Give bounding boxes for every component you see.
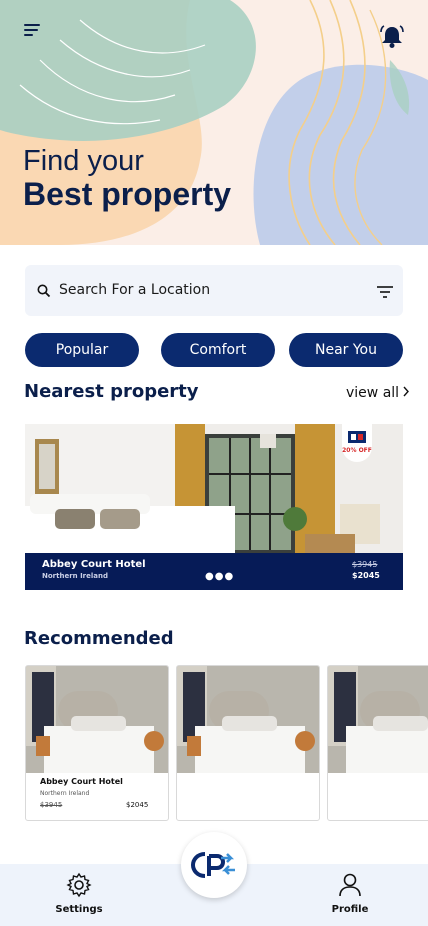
nav-profile[interactable]: Profile — [315, 872, 385, 915]
search-input[interactable]: Search For a Location — [59, 282, 210, 298]
recommended-name: Abbey Court Hotel — [40, 777, 123, 786]
hero-title-line1: Find your — [23, 145, 144, 177]
carousel-dots[interactable]: ●●● — [205, 571, 234, 582]
search-icon — [37, 283, 51, 302]
recommended-property-image — [328, 666, 428, 773]
featured-old-price: $3945 — [352, 560, 378, 569]
search-bar[interactable]: Search For a Location — [25, 265, 403, 316]
cp-logo-icon — [190, 852, 235, 878]
nav-profile-label: Profile — [331, 904, 369, 915]
hero-title-line2: Best property — [23, 176, 232, 212]
recommended-property-image — [26, 666, 168, 773]
notification-bell-icon[interactable] — [378, 24, 406, 50]
filter-icon[interactable] — [376, 284, 394, 303]
gear-icon — [66, 872, 92, 898]
featured-name: Abbey Court Hotel — [42, 559, 146, 570]
featured-new-price: $2045 — [352, 571, 380, 580]
hero-banner: Find your Best property — [0, 0, 428, 245]
featured-property-card[interactable]: 20% OFF Abbey Court Hotel Northern Irela… — [25, 424, 403, 590]
center-home-button[interactable] — [181, 832, 247, 898]
nav-settings-label: Settings — [55, 904, 103, 915]
menu-icon[interactable] — [24, 22, 44, 38]
filter-chip-comfort[interactable]: Comfort — [161, 333, 275, 367]
featured-location: Northern Ireland — [42, 572, 108, 580]
view-all-link[interactable]: view all — [346, 385, 409, 401]
recommended-section-title: Recommended — [24, 628, 174, 649]
filter-chip-near-you[interactable]: Near You — [289, 333, 403, 367]
nearest-section-title: Nearest property — [24, 381, 199, 402]
featured-info-bar: Abbey Court Hotel Northern Ireland ●●● $… — [25, 553, 403, 590]
recommended-old-price: $3945 — [40, 801, 63, 809]
chevron-right-icon — [403, 385, 409, 401]
recommended-location: Northern Ireland — [40, 790, 90, 797]
recommended-property-image — [177, 666, 319, 773]
view-all-label: view all — [346, 385, 400, 401]
recommended-card[interactable] — [327, 665, 428, 821]
brand-logo-icon — [348, 431, 366, 443]
discount-badge-text: 20% OFF — [342, 447, 372, 454]
nav-settings[interactable]: Settings — [44, 872, 114, 915]
user-icon — [339, 873, 361, 897]
discount-badge: 20% OFF — [342, 424, 372, 462]
recommended-card[interactable] — [176, 665, 320, 821]
recommended-new-price: $2045 — [126, 801, 149, 809]
recommended-card[interactable]: Abbey Court Hotel Northern Ireland $3945… — [25, 665, 169, 821]
filter-chip-popular[interactable]: Popular — [25, 333, 139, 367]
